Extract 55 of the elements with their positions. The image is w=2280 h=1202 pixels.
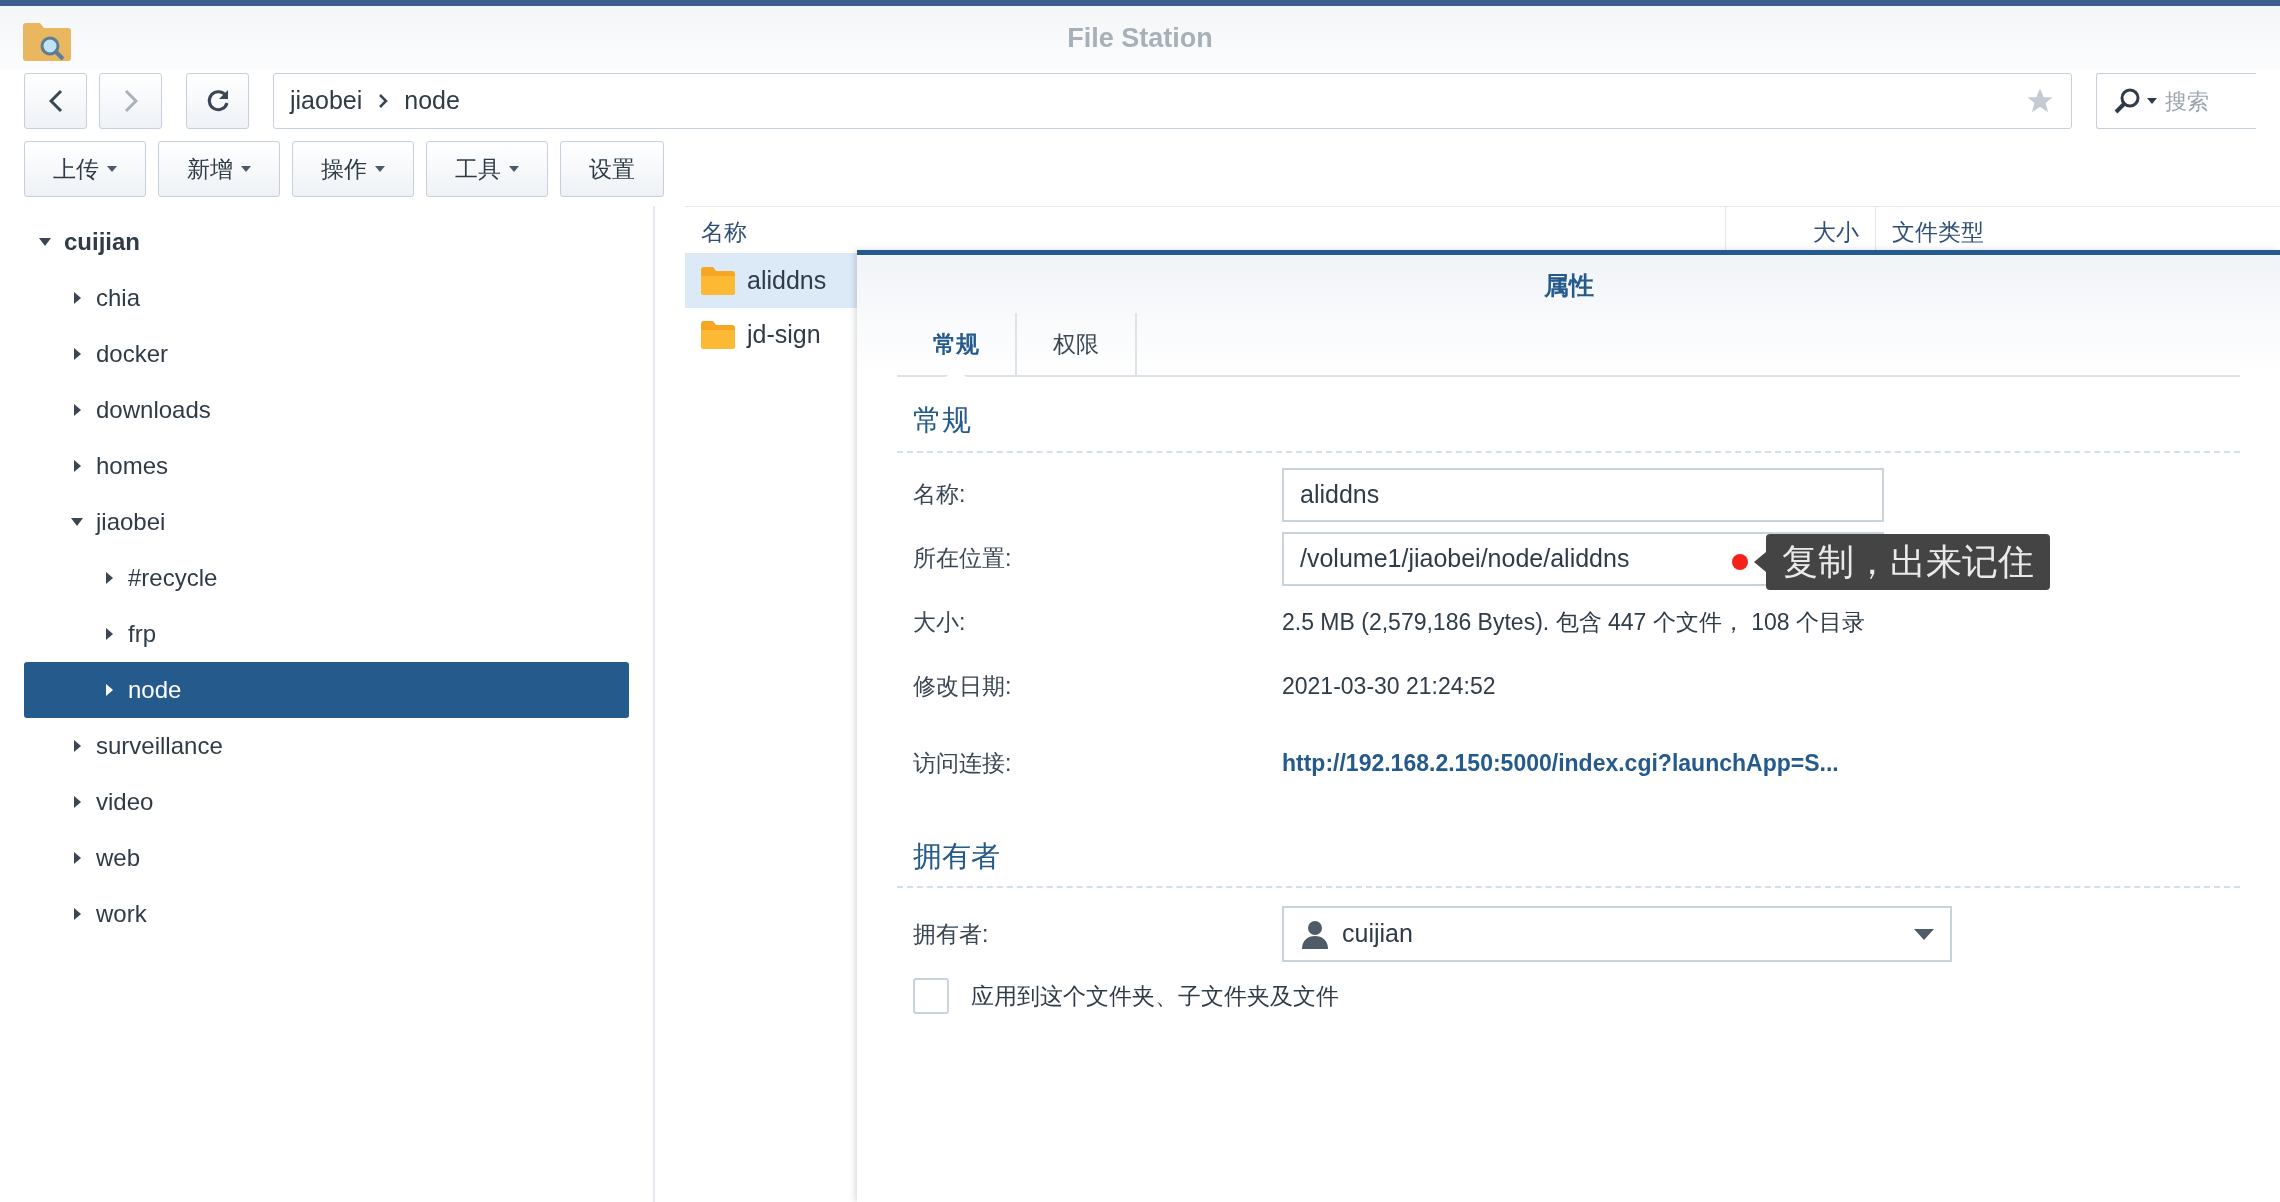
access-link[interactable]: http://192.168.2.150:5000/index.cgi?launchApp=S... (1282, 746, 1839, 781)
field-label: 修改日期: (913, 672, 1013, 702)
field-value: 2.5 MB (2,579,186 Bytes). 包含 447 个文件， 108 个目录 (1282, 608, 1865, 638)
tree-item[interactable]: downloads (24, 382, 629, 438)
file-name: aliddns (747, 265, 827, 297)
tab[interactable]: 常规 (897, 313, 1017, 375)
section-heading: 拥有者 (897, 834, 2240, 888)
field-label: 所在位置: (913, 544, 1013, 574)
dialog-title: 属性 (1542, 270, 1595, 301)
tree-item[interactable]: homes (24, 438, 629, 494)
field-value: 2021-03-30 21:24:52 (1282, 672, 1496, 702)
tree-item[interactable]: work (24, 886, 629, 942)
tree-item[interactable]: surveillance (24, 718, 629, 774)
file-name: jd-sign (747, 319, 821, 351)
text-field[interactable]: aliddns (1282, 467, 1884, 522)
tree-item[interactable]: cuijian (24, 214, 629, 270)
tree-item[interactable]: jiaobei (24, 494, 629, 550)
tree-item[interactable]: video (24, 774, 629, 830)
field-label: 访问连接: (913, 749, 1013, 779)
caret-icon (2147, 98, 2157, 104)
tree-item[interactable]: node (24, 662, 629, 718)
back-button[interactable] (24, 73, 87, 129)
owner-dropdown[interactable]: cuijian (1282, 906, 1952, 962)
tree-item[interactable]: docker (24, 326, 629, 382)
annotation-tooltip: 复制，出来记住 (1754, 533, 2050, 590)
column-header[interactable]: 名称 (685, 207, 1725, 253)
path-field[interactable]: jiaobei node (273, 73, 2072, 129)
section-heading: 常规 (897, 399, 2240, 453)
tree-item[interactable]: #recycle (24, 550, 629, 606)
apply-checkbox[interactable] (913, 978, 949, 1014)
field-label: 大小: (913, 608, 967, 638)
toolbar-button[interactable]: 新增 (158, 141, 280, 197)
tree-item[interactable]: chia (24, 270, 629, 326)
field-label: 名称: (913, 480, 967, 510)
back-icon (48, 89, 63, 113)
field-label: 拥有者: (913, 919, 990, 949)
checkbox-label: 应用到这个文件夹、子文件夹及文件 (971, 981, 1339, 1011)
folder-search-icon (22, 22, 72, 62)
folder-icon (701, 267, 735, 295)
path-segment[interactable]: jiaobei (290, 82, 363, 120)
tree-item[interactable]: web (24, 830, 629, 886)
path-segment[interactable]: node (404, 82, 460, 120)
refresh-button[interactable] (186, 73, 249, 129)
toolbar-button[interactable]: 设置 (560, 141, 664, 197)
chevron-right-icon (378, 93, 389, 109)
window-title: File Station (1067, 21, 1213, 55)
user-icon (1300, 919, 1330, 949)
toolbar-button[interactable]: 工具 (426, 141, 548, 197)
caret-icon (1914, 928, 1934, 940)
toolbar-button[interactable]: 上传 (24, 141, 146, 197)
folder-icon (701, 321, 735, 349)
toolbar-button[interactable]: 操作 (292, 141, 414, 197)
tab[interactable]: 权限 (1017, 313, 1137, 375)
forward-icon (123, 89, 138, 113)
tree-item[interactable]: frp (24, 606, 629, 662)
